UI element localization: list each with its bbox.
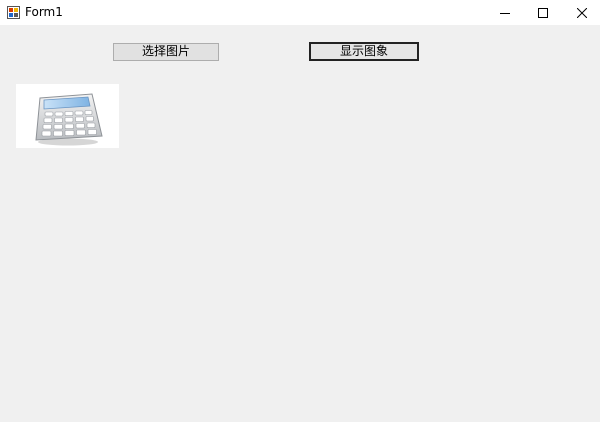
form-window: Form1 选择图片 显示图象 (0, 0, 600, 422)
maximize-button[interactable] (523, 0, 563, 25)
picture-box[interactable] (16, 84, 119, 148)
close-icon (577, 7, 587, 18)
title-bar[interactable]: Form1 (0, 0, 600, 25)
window-title: Form1 (25, 5, 63, 19)
close-button[interactable] (562, 0, 600, 25)
calculator-icon (35, 93, 103, 146)
minimize-button[interactable] (485, 0, 525, 25)
app-form-icon (7, 6, 20, 19)
select-image-button[interactable]: 选择图片 (113, 43, 219, 61)
maximize-icon (538, 7, 548, 18)
show-image-button[interactable]: 显示图象 (309, 42, 419, 61)
minimize-icon (500, 12, 510, 14)
